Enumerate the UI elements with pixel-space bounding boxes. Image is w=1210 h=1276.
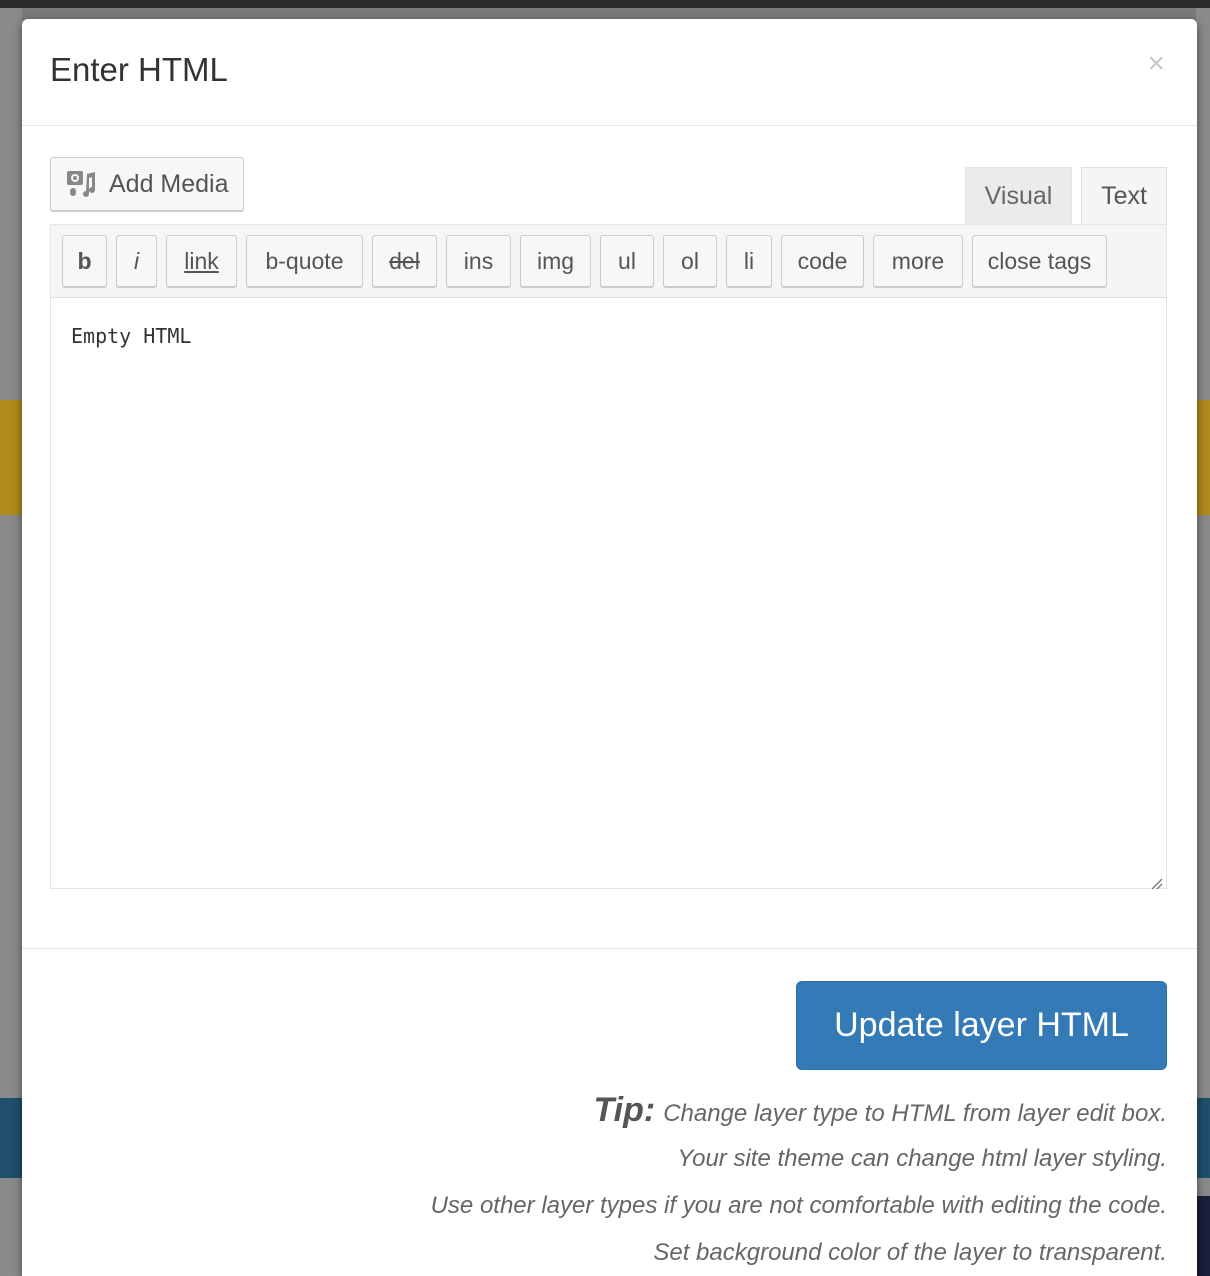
quicktag-ol-button[interactable]: ol [663,235,717,287]
quicktag-blockquote-button[interactable]: b-quote [246,235,363,287]
background-band [1196,1098,1210,1178]
tip-line: Your site theme can change html layer st… [677,1145,1167,1172]
quicktag-ul-button[interactable]: ul [600,235,654,287]
tip-text: Change layer type to HTML from layer edi… [663,1100,1167,1127]
background-page-left [0,8,22,1276]
quicktag-del-button[interactable]: del [372,235,437,287]
tip-line: Set background color of the layer to tra… [653,1239,1167,1266]
editor-tabs: Visual Text [965,167,1167,224]
background-band [0,1098,22,1178]
quicktag-bold-button[interactable]: b [62,235,107,287]
tab-text[interactable]: Text [1081,167,1167,224]
resize-grip-icon[interactable] [1149,871,1163,890]
enter-html-modal: Enter HTML × Add Media Visual Text b i l… [22,19,1197,1276]
quicktag-more-button[interactable]: more [873,235,963,287]
quicktag-code-button[interactable]: code [781,235,864,287]
textarea-content: Empty HTML [71,324,192,348]
add-media-label: Add Media [109,169,229,198]
background-band [1196,1196,1210,1276]
modal-footer: Update layer HTML Tip: Change layer type … [22,948,1197,1276]
background-band [0,400,22,515]
editor-box: b i link b-quote del ins img ul ol li co… [50,224,1167,890]
quicktag-ins-button[interactable]: ins [446,235,511,287]
quicktag-li-button[interactable]: li [726,235,772,287]
background-band [1196,400,1210,515]
modal-title: Enter HTML [50,51,228,88]
background-topbar [0,0,1210,8]
quicktags-toolbar: b i link b-quote del ins img ul ol li co… [51,225,1166,298]
quicktag-img-button[interactable]: img [520,235,591,287]
tips-section: Tip: Change layer type to HTML from layer… [431,1085,1167,1276]
tip-label: Tip: [593,1091,656,1129]
tip-line: Use other layer types if you are not com… [430,1192,1167,1219]
tip-line: Tip: Change layer type to HTML from layer… [431,1085,1168,1135]
quicktag-link-button[interactable]: link [166,235,237,287]
media-icon [65,168,99,200]
add-media-button[interactable]: Add Media [50,157,244,211]
modal-header: Enter HTML × [22,19,1197,126]
quicktag-italic-button[interactable]: i [116,235,157,287]
update-layer-html-button[interactable]: Update layer HTML [796,981,1167,1070]
background-page-right [1196,8,1210,1276]
tab-visual[interactable]: Visual [965,167,1072,224]
html-content-textarea[interactable]: Empty HTML [51,298,1166,890]
quicktag-close-tags-button[interactable]: close tags [972,235,1107,287]
close-icon[interactable]: × [1147,49,1165,79]
